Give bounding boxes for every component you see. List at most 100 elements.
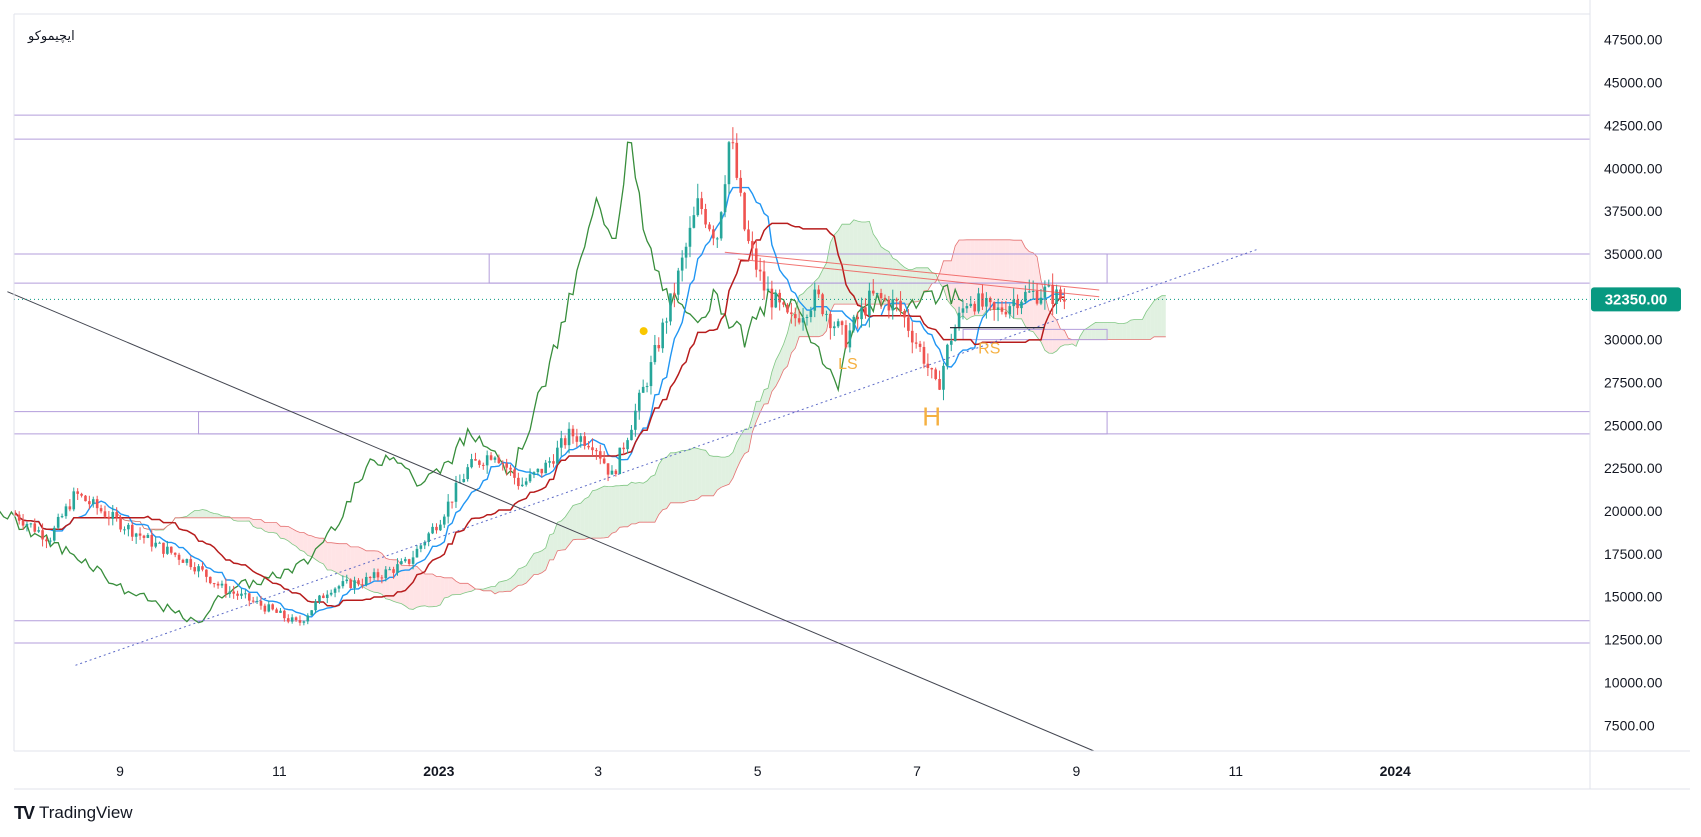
candle-body (1027, 291, 1031, 293)
candle-body (676, 270, 680, 295)
cloud-segment (623, 485, 628, 527)
cloud-segment (744, 429, 749, 454)
candle-body (832, 326, 836, 329)
candle-body (240, 593, 243, 596)
cloud-segment (1130, 319, 1135, 340)
candle-body (314, 601, 317, 611)
cloud-segment (428, 573, 433, 607)
cloud-segment (861, 221, 866, 305)
candle-body (946, 344, 949, 366)
candle-body (852, 316, 856, 331)
time-tick-label: 2023 (423, 763, 454, 779)
cloud-segment (1091, 322, 1096, 340)
cloud-segment (448, 577, 453, 598)
candle (934, 367, 937, 381)
candle-body (626, 440, 629, 450)
candle-body (520, 484, 524, 487)
cloud-segment (639, 482, 644, 523)
candle-body (571, 428, 575, 437)
cloud-segment (764, 388, 768, 405)
candle-body (556, 447, 559, 464)
candle-body (154, 542, 157, 547)
tradingview-brand[interactable]: TV TradingView (14, 802, 133, 824)
time-tick-label: 7 (913, 763, 921, 779)
brand-name: TradingView (39, 803, 133, 822)
candle (669, 293, 672, 326)
candle-body (875, 293, 879, 295)
candle-body (1059, 289, 1062, 300)
cloud-segment (350, 546, 355, 582)
candle-body (337, 586, 341, 589)
candle-body (349, 579, 352, 589)
candle-body (41, 530, 44, 540)
candle-body (918, 343, 922, 347)
candle-body (298, 620, 302, 623)
price-chart[interactable]: LSHRS 47500.0045000.0042500.0040000.0037… (0, 0, 1701, 837)
cloud-segment (569, 505, 573, 545)
candle-body (119, 517, 122, 530)
candle-body (981, 293, 984, 307)
price-tick-label: 10000.00 (1604, 674, 1663, 690)
symbol-title: ایچیموکو (27, 29, 75, 44)
candle-body (333, 588, 337, 593)
candle-body (661, 322, 664, 349)
cloud-segment (420, 570, 425, 607)
time-tick-label: 9 (116, 763, 124, 779)
cloud-segment (635, 482, 640, 524)
candle-body (1035, 290, 1039, 304)
candle-body (470, 459, 473, 468)
candle-body (770, 288, 774, 308)
candle-body (279, 610, 282, 613)
candle-body (934, 369, 937, 380)
cloud-segment (650, 474, 655, 523)
candle-body (696, 198, 700, 216)
candle-body (286, 618, 290, 622)
candle-body (575, 436, 579, 442)
cloud-segment (670, 452, 675, 503)
candle-body (583, 436, 586, 446)
candle-body (673, 293, 676, 295)
candle-body (158, 542, 161, 544)
candle-body (439, 524, 442, 531)
candle-body (907, 317, 910, 331)
cloud-segment (280, 526, 285, 539)
candle-body (922, 346, 926, 364)
candle-body (751, 241, 754, 249)
candle-body (602, 458, 606, 464)
candle-body (173, 552, 177, 555)
candle-body (793, 314, 797, 319)
candle-body (103, 511, 107, 517)
candle-body (548, 461, 551, 463)
cloud-segment (299, 532, 304, 552)
candle-body (762, 271, 766, 291)
candle (852, 314, 856, 333)
candle-body (669, 293, 672, 322)
cloud-segment (241, 517, 246, 522)
candle-body (197, 566, 200, 572)
candle-body (91, 499, 95, 505)
candle-body (294, 617, 298, 621)
candle-body (786, 304, 789, 313)
candle-body (844, 325, 848, 348)
candle-body (926, 363, 930, 369)
candle-body (290, 617, 294, 622)
candle-body (318, 595, 321, 602)
candle-body (754, 248, 758, 270)
candle-body (821, 294, 824, 315)
candle-body (953, 327, 957, 342)
candle-body (1043, 286, 1047, 298)
candle-body (871, 290, 875, 294)
candle (661, 318, 664, 353)
cloud-segment (619, 485, 624, 528)
candle-body (883, 298, 887, 300)
cloud-segment (292, 528, 297, 547)
candle-body (1004, 311, 1008, 315)
price-tick-label: 42500.00 (1604, 117, 1663, 133)
candle-body (205, 569, 208, 577)
candle-body (130, 524, 134, 537)
candle-body (949, 341, 953, 345)
candle-body (790, 312, 793, 315)
cloud-segment (697, 448, 702, 500)
candle-body (540, 468, 544, 474)
cloud-segment (631, 482, 636, 524)
